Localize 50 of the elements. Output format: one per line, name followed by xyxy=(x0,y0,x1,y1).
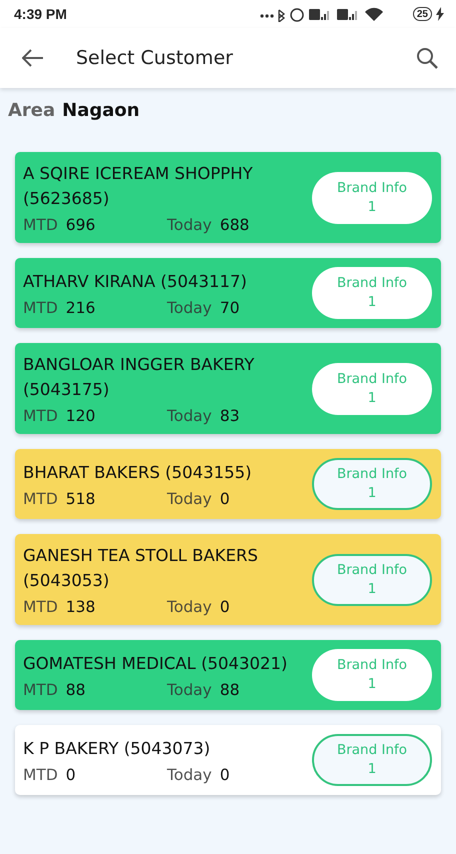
search-button[interactable] xyxy=(414,45,440,71)
customer-card[interactable]: GOMATESH MEDICAL (5043021) MTD 88 Today 88 Brand Info 1 xyxy=(15,640,441,710)
mtd-value: 138 xyxy=(66,598,96,616)
customer-name: GOMATESH MEDICAL (5043021) xyxy=(23,653,288,675)
today-label: Today xyxy=(167,299,212,317)
mtd-label: MTD xyxy=(23,598,58,616)
customer-card[interactable]: ATHARV KIRANA (5043117) MTD 216 Today 70 Brand Info 1 xyxy=(15,258,441,328)
today-label: Today xyxy=(167,216,212,234)
today-value: 0 xyxy=(220,490,230,508)
mtd-value: 0 xyxy=(66,766,76,784)
customer-name: GANESH TEA STOLL BAKERS (5043053) xyxy=(23,545,259,592)
mtd-label: MTD xyxy=(23,407,58,425)
customer-name: BHARAT BAKERS (5043155) xyxy=(23,462,253,484)
mtd-label: MTD xyxy=(23,766,58,784)
mtd-value: 88 xyxy=(66,681,86,699)
mtd-label: MTD xyxy=(23,299,58,317)
customer-name: BANGLOAR INGGER BAKERY (5043175) xyxy=(23,354,256,401)
mtd-label: MTD xyxy=(23,216,58,234)
customer-card[interactable]: A SQIRE ICEREAM SHOPPHY (5623685) MTD 696 Today 688 Brand Info 1 xyxy=(15,152,441,243)
customer-card[interactable]: BHARAT BAKERS (5043155) MTD 518 Today 0 Brand Info 1 xyxy=(15,449,441,519)
today-label: Today xyxy=(167,766,212,784)
screen-title: Select Customer xyxy=(76,47,234,69)
battery-level: 25 xyxy=(412,7,432,21)
customer-card[interactable]: BANGLOAR INGGER BAKERY (5043175) MTD 120 Today 83 Brand Info 1 xyxy=(15,343,441,434)
today-value: 70 xyxy=(220,299,240,317)
customer-name: ATHARV KIRANA (5043117) xyxy=(23,271,248,293)
back-button[interactable] xyxy=(20,47,46,69)
today-label: Today xyxy=(167,598,212,616)
today-label: Today xyxy=(167,407,212,425)
status-time: 4:39 PM xyxy=(14,6,67,22)
customer-card[interactable]: K P BAKERY (5043073) MTD 0 Today 0 Brand Info 1 xyxy=(15,725,441,795)
customer-card[interactable]: GANESH TEA STOLL BAKERS (5043053) MTD 138 Today 0 Brand Info 1 xyxy=(15,534,441,625)
today-value: 83 xyxy=(220,407,240,425)
today-label: Today xyxy=(167,490,212,508)
mtd-value: 518 xyxy=(66,490,96,508)
mtd-value: 216 xyxy=(66,299,96,317)
today-value: 0 xyxy=(220,766,230,784)
mtd-value: 120 xyxy=(66,407,96,425)
charging-icon xyxy=(436,7,444,21)
today-label: Today xyxy=(167,681,212,699)
today-value: 88 xyxy=(220,681,240,699)
customer-name: A SQIRE ICEREAM SHOPPHY (5623685) xyxy=(23,163,254,210)
area-label: Area xyxy=(8,100,56,123)
mtd-label: MTD xyxy=(23,681,58,699)
today-value: 688 xyxy=(220,216,250,234)
mtd-value: 696 xyxy=(66,216,96,234)
today-value: 0 xyxy=(220,598,230,616)
customer-name: K P BAKERY (5043073) xyxy=(23,738,212,760)
mtd-label: MTD xyxy=(23,490,58,508)
area-name: Nagaon xyxy=(62,100,140,123)
